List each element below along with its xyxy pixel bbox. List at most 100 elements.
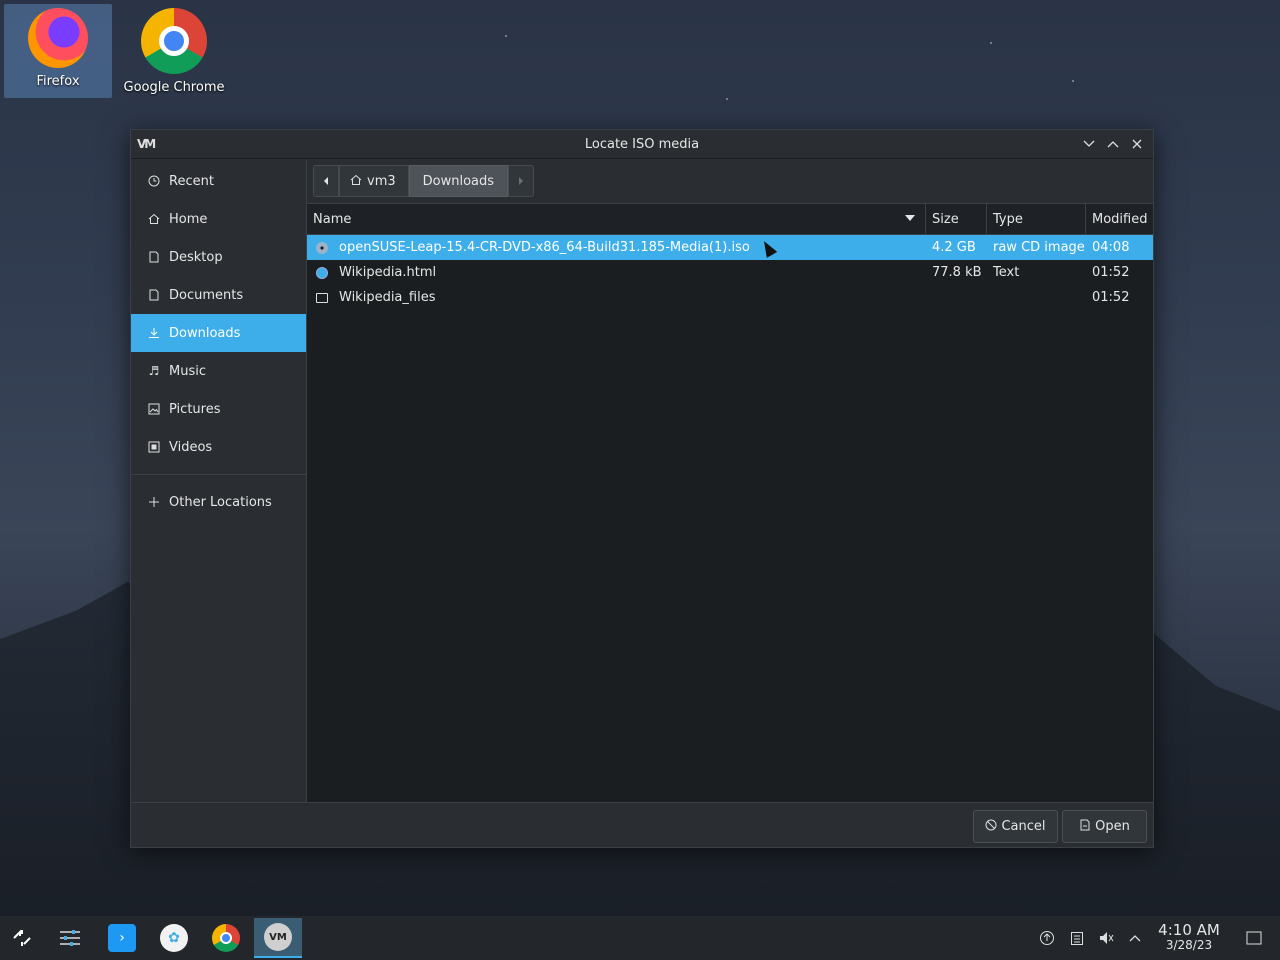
sidebar-item-label: Recent (169, 173, 214, 189)
open-button[interactable]: Open (1062, 810, 1147, 843)
column-header-type[interactable]: Type (987, 203, 1086, 235)
path-segment-home[interactable]: vm3 (339, 165, 409, 197)
path-forward-button[interactable] (508, 165, 535, 197)
file-type: Text (993, 265, 1020, 280)
dialog-footer: Cancel Open (131, 802, 1153, 847)
column-header-modified[interactable]: Modified (1086, 204, 1153, 235)
close-icon (1132, 139, 1142, 149)
launcher-icon (8, 924, 36, 952)
list-header: Name Size Type Modified (307, 203, 1153, 235)
path-segment-label: vm3 (367, 173, 396, 189)
desktop-icon-firefox[interactable]: Firefox (4, 4, 112, 98)
file-modified: 01:52 (1092, 265, 1130, 280)
settings-sliders-icon (56, 924, 84, 952)
path-segment-label: Downloads (422, 173, 495, 189)
chrome-icon (212, 924, 240, 952)
globe-icon (315, 266, 329, 280)
wallpaper-star (505, 35, 507, 37)
documents-icon (147, 288, 161, 302)
desktop-icon-label: Firefox (36, 74, 80, 89)
sidebar-item-documents[interactable]: Documents (131, 276, 306, 314)
application-launcher-button[interactable] (2, 918, 42, 958)
sidebar-divider (131, 474, 306, 475)
column-header-size[interactable]: Size (926, 203, 987, 235)
file-row[interactable]: Wikipedia_files 01:52 (307, 285, 1153, 310)
file-name: Wikipedia.html (339, 265, 437, 280)
sidebar-item-label: Home (169, 211, 208, 227)
triangle-left-icon (324, 177, 328, 185)
wallpaper-star (1072, 80, 1074, 82)
pictures-icon (147, 402, 161, 416)
desktop-icon-label: Google Chrome (123, 80, 225, 95)
maximize-button[interactable] (1103, 134, 1123, 154)
chrome-taskbar-button[interactable] (206, 918, 246, 958)
document-open-icon (1079, 819, 1091, 834)
path-bar: vm3 Downloads (307, 159, 1153, 204)
open-button-label: Open (1095, 819, 1130, 834)
sidebar-item-videos[interactable]: Videos (131, 428, 306, 466)
vm-tool-button[interactable]: ✿ (154, 918, 194, 958)
file-type: raw CD image (993, 240, 1085, 255)
sidebar-item-label: Documents (169, 287, 244, 303)
sidebar-item-downloads[interactable]: Downloads (131, 314, 306, 352)
file-row[interactable]: openSUSE-Leap-15.4-CR-DVD-x86_64-Build31… (307, 235, 1153, 260)
virt-manager-taskbar-button[interactable]: VM (254, 918, 302, 958)
file-size: 4.2 GB (932, 240, 976, 255)
volume-muted-icon[interactable] (1096, 928, 1116, 948)
sidebar-item-recent[interactable]: Recent (131, 162, 306, 200)
sort-descending-icon (905, 214, 915, 221)
places-sidebar: Recent Home Desktop Documents Downloads (131, 159, 307, 802)
clock-icon (147, 174, 161, 188)
file-type (987, 285, 1086, 310)
updates-icon[interactable] (1037, 928, 1057, 948)
desktop-icon (147, 250, 161, 264)
sidebar-item-label: Other Locations (169, 494, 272, 510)
sidebar-item-home[interactable]: Home (131, 200, 306, 238)
show-desktop-icon[interactable] (1244, 928, 1264, 948)
file-list-pane: vm3 Downloads Name Size Type Modified op… (307, 159, 1153, 802)
clock-date: 3/28/23 (1165, 938, 1213, 952)
sidebar-item-label: Videos (169, 439, 213, 455)
sidebar-item-music[interactable]: ♬ Music (131, 352, 306, 390)
clock-time: 4:10 AM (1158, 921, 1220, 939)
digital-clock[interactable]: 4:10 AM 3/28/23 (1150, 923, 1228, 953)
sidebar-item-label: Music (169, 363, 206, 379)
chrome-icon (141, 8, 207, 74)
triangle-right-icon (519, 177, 524, 185)
clipboard-icon[interactable] (1067, 928, 1087, 948)
file-row[interactable]: Wikipedia.html 77.8 kB Text 01:52 (307, 260, 1153, 285)
file-modified: 01:52 (1092, 290, 1130, 305)
path-back-button[interactable] (313, 165, 339, 197)
cancel-button[interactable]: Cancel (973, 810, 1058, 843)
firefox-icon (28, 8, 88, 68)
title-bar[interactable]: VM Locate ISO media (131, 130, 1153, 159)
sidebar-item-label: Downloads (169, 325, 241, 341)
column-header-label: Type (993, 211, 1023, 227)
chevron-up-icon (1107, 141, 1119, 148)
chevron-up-icon[interactable] (1125, 928, 1145, 948)
file-size: 77.8 kB (932, 265, 982, 280)
file-chooser-dialog: VM Locate ISO media Recent Home Desktop … (130, 129, 1154, 848)
sidebar-item-pictures[interactable]: Pictures (131, 390, 306, 428)
desktop-icon-chrome[interactable]: Google Chrome (120, 4, 228, 98)
videos-icon (147, 440, 161, 454)
cancel-icon (985, 819, 997, 834)
system-settings-button[interactable] (50, 918, 90, 958)
wallpaper-star (990, 42, 992, 44)
taskbar: › ✿ VM 4:10 AM 3/28/23 (0, 916, 1280, 960)
file-name: Wikipedia_files (339, 290, 436, 305)
app-logo-icon: VM (137, 137, 156, 151)
folder-icon (315, 291, 329, 305)
file-size (926, 285, 987, 310)
file-modified: 04:08 (1092, 240, 1130, 255)
path-segment-current[interactable]: Downloads (408, 165, 509, 197)
sidebar-item-desktop[interactable]: Desktop (131, 238, 306, 276)
wallpaper-star (726, 98, 728, 100)
close-button[interactable] (1127, 134, 1147, 154)
vm-icon: VM (264, 923, 292, 951)
coral-icon: ✿ (160, 924, 188, 952)
discover-store-button[interactable]: › (102, 918, 142, 958)
sidebar-item-other-locations[interactable]: Other Locations (131, 483, 306, 521)
minimize-button[interactable] (1079, 134, 1099, 154)
column-header-name[interactable]: Name (307, 203, 926, 235)
